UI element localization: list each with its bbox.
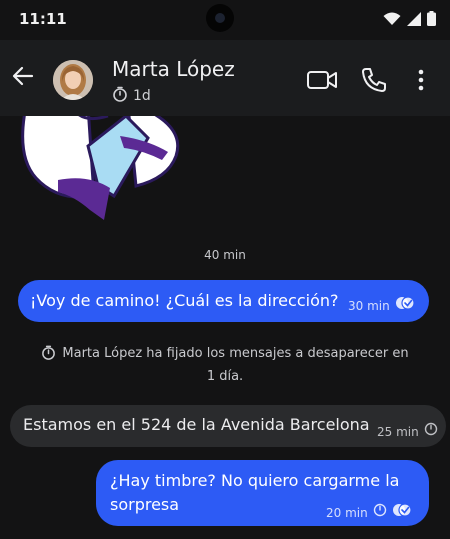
wifi-icon [383, 11, 401, 30]
more-options-button[interactable] [408, 66, 434, 94]
timer-icon [41, 345, 56, 367]
message-meta: 30 min [348, 294, 415, 318]
outgoing-message[interactable]: ¡Voy de camino! ¿Cuál es la dirección? 3… [18, 280, 429, 322]
back-button[interactable] [8, 60, 40, 92]
sticker-illustration [21, 116, 180, 220]
chat-header: Marta López 1d [0, 40, 450, 116]
video-call-button[interactable] [306, 67, 340, 93]
message-meta: 25 min [377, 420, 438, 444]
front-camera [206, 4, 234, 32]
timer-icon [424, 420, 438, 444]
status-icons [383, 11, 436, 30]
message-text: ¡Voy de camino! ¿Cuál es la dirección? [30, 291, 339, 310]
disappearing-timer: 1d [112, 86, 151, 106]
signal-icon [407, 11, 421, 30]
battery-icon [427, 11, 436, 30]
note-line-1: Marta López ha fijado los mensajes a des… [30, 344, 420, 367]
read-receipt-icon [392, 501, 412, 525]
message-text-line-1: ¿Hay timbre? No quiero cargarme la [110, 471, 400, 490]
incoming-message[interactable]: Estamos en el 524 de la Avenida Barcelon… [10, 405, 446, 447]
message-time: 25 min [377, 425, 419, 439]
video-camera-icon [306, 71, 340, 97]
contact-name[interactable]: Marta López [112, 57, 235, 81]
note-text-line-2: 1 día. [206, 369, 244, 384]
status-bar: 11:11 [0, 0, 450, 40]
read-receipt-icon [395, 294, 415, 318]
sticker-message[interactable] [18, 116, 198, 228]
message-text-line-2: sorpresa [110, 495, 180, 514]
arrow-left-icon [8, 66, 40, 96]
outgoing-message[interactable]: ¿Hay timbre? No quiero cargarme la sorpr… [96, 460, 429, 526]
status-time: 11:11 [19, 10, 67, 28]
phone-icon [360, 68, 388, 98]
sticker-timestamp: 40 min [204, 248, 246, 262]
message-time: 30 min [348, 299, 390, 313]
voice-call-button[interactable] [360, 66, 388, 94]
more-vertical-icon [408, 69, 434, 98]
note-text-line-1: Marta López ha fijado los mensajes a des… [62, 346, 409, 361]
timer-label: 1d [133, 88, 151, 104]
timer-icon [373, 501, 387, 525]
timer-icon [112, 86, 128, 106]
message-meta: 20 min [326, 501, 412, 525]
message-list[interactable]: 40 min ¡Voy de camino! ¿Cuál es la direc… [0, 116, 450, 539]
message-text: Estamos en el 524 de la Avenida Barcelon… [23, 415, 370, 434]
message-time: 20 min [326, 506, 368, 520]
contact-avatar[interactable] [53, 60, 93, 100]
disappearing-messages-note: Marta López ha fijado los mensajes a des… [30, 344, 420, 387]
